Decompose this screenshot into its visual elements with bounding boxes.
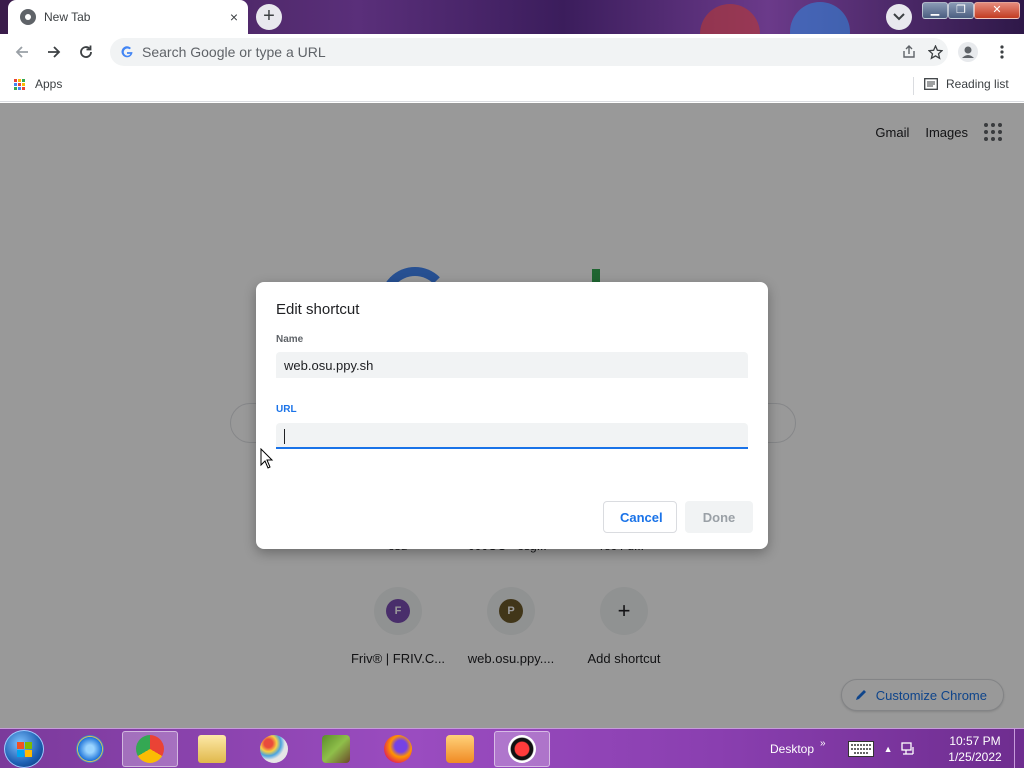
- clock-time: 10:57 PM: [949, 734, 1001, 748]
- forward-arrow-icon[interactable]: [44, 42, 64, 62]
- title-bar: New Tab × + ▁ ❐ ✕: [0, 0, 1024, 64]
- bookmark-apps[interactable]: Apps: [14, 77, 62, 91]
- desktop-toolbar-label[interactable]: Desktop: [770, 742, 814, 756]
- taskbar: Desktop » ▲ 10:57 PM 1/25/2022: [0, 728, 1024, 768]
- tab-search-button[interactable]: [886, 4, 912, 30]
- edit-shortcut-dialog: Edit shortcut Name URL Cancel Done: [256, 282, 768, 549]
- start-button[interactable]: [4, 730, 44, 768]
- show-desktop-button[interactable]: [1014, 729, 1024, 768]
- keyboard-icon[interactable]: [847, 741, 874, 757]
- omnibox[interactable]: Search Google or type a URL: [110, 38, 948, 66]
- url-field-label: URL: [276, 404, 297, 415]
- name-field-label: Name: [276, 334, 304, 345]
- taskbar-google-chrome[interactable]: [122, 731, 178, 767]
- chevron-right-icon[interactable]: »: [820, 738, 826, 749]
- taskbar-media-player[interactable]: [432, 731, 488, 767]
- chrome-icon: [20, 9, 36, 25]
- bookmarks-bar: Apps Reading list: [0, 70, 1024, 102]
- paint-palette-icon: [260, 735, 288, 763]
- clock-date: 1/25/2022: [948, 750, 1002, 764]
- more-vert-icon[interactable]: [992, 42, 1012, 62]
- url-input[interactable]: [276, 423, 748, 449]
- reading-list-icon: [924, 78, 938, 90]
- window-close-button[interactable]: ✕: [974, 2, 1020, 19]
- share-icon[interactable]: [896, 42, 922, 62]
- apps-grid-icon: [14, 78, 25, 90]
- taskbar-osu[interactable]: [494, 731, 550, 767]
- minecraft-icon: [322, 735, 350, 763]
- tab-new-tab[interactable]: New Tab ×: [8, 0, 248, 34]
- bookmarks-divider: [913, 77, 914, 95]
- windows-logo-icon: [17, 742, 32, 757]
- reading-list-label: Reading list: [946, 77, 1009, 91]
- network-icon[interactable]: [900, 742, 915, 756]
- reload-icon[interactable]: [76, 42, 96, 62]
- taskbar-firefox[interactable]: [370, 731, 426, 767]
- apps-label: Apps: [35, 77, 63, 91]
- browser-toolbar: Search Google or type a URL: [0, 34, 1024, 70]
- tab-close-icon[interactable]: ×: [230, 9, 238, 25]
- profile-icon[interactable]: [958, 42, 978, 62]
- dialog-title: Edit shortcut: [276, 301, 360, 318]
- omnibox-placeholder: Search Google or type a URL: [142, 44, 326, 60]
- taskbar-minecraft[interactable]: [308, 731, 364, 767]
- taskbar-internet-explorer[interactable]: [62, 731, 118, 767]
- cancel-button[interactable]: Cancel: [603, 501, 677, 533]
- osu-icon: [508, 735, 536, 763]
- back-arrow-icon[interactable]: [12, 42, 32, 62]
- window-restore-button[interactable]: ❐: [948, 2, 974, 19]
- reading-list-button[interactable]: Reading list: [924, 77, 1009, 91]
- folder-icon: [198, 735, 226, 763]
- taskbar-paint[interactable]: [246, 731, 302, 767]
- chevron-down-icon: [893, 13, 905, 21]
- internet-explorer-icon: [76, 735, 104, 763]
- window-minimize-button[interactable]: ▁: [922, 2, 948, 19]
- system-clock[interactable]: 10:57 PM 1/25/2022: [940, 733, 1010, 765]
- media-player-icon: [446, 735, 474, 763]
- mouse-cursor-icon: [260, 448, 274, 469]
- chrome-icon: [136, 735, 164, 763]
- tab-title: New Tab: [44, 10, 91, 24]
- star-icon[interactable]: [922, 42, 948, 62]
- firefox-icon: [384, 735, 412, 763]
- system-tray: Desktop » ▲: [770, 729, 915, 768]
- text-caret: [284, 429, 285, 444]
- taskbar-file-explorer[interactable]: [184, 731, 240, 767]
- new-tab-button[interactable]: +: [256, 4, 282, 30]
- google-g-icon: [121, 46, 133, 58]
- done-button[interactable]: Done: [685, 501, 753, 533]
- tray-expand-icon[interactable]: ▲: [884, 744, 893, 754]
- name-input[interactable]: [276, 352, 748, 378]
